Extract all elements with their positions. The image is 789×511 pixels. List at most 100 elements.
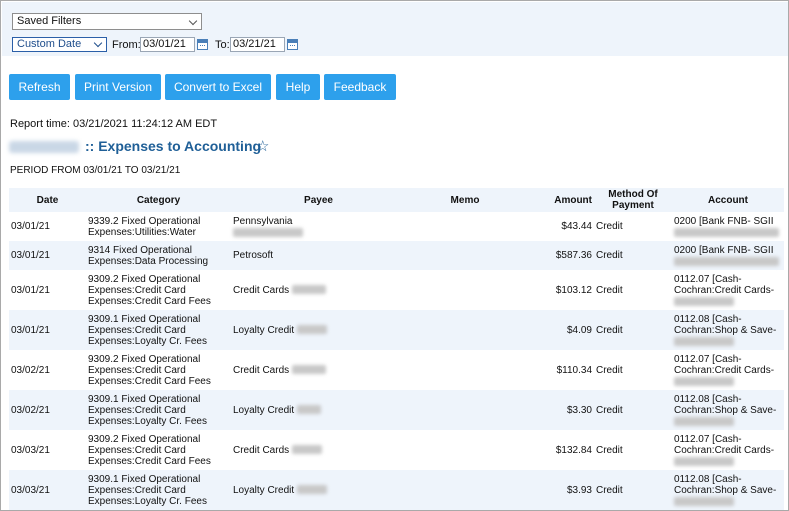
cell-method: Credit [594, 241, 672, 270]
redacted-company-name [9, 141, 79, 153]
report-window: Saved Filters Custom Date From: 03/01/21… [0, 0, 789, 511]
report-period: PERIOD FROM 03/01/21 TO 03/21/21 [10, 165, 181, 176]
header-category[interactable]: Category [86, 188, 231, 212]
cell-category: 9309.1 Fixed Operational Expenses:Credit … [86, 470, 231, 510]
cell-amount: $3.30 [524, 390, 594, 430]
expenses-table: Date Category Payee Memo Amount Method O… [9, 188, 784, 510]
redacted-text [674, 337, 734, 346]
cell-method: Credit [594, 470, 672, 510]
chevron-down-icon [93, 38, 103, 48]
redacted-text [674, 257, 779, 266]
redacted-text [674, 377, 734, 386]
saved-filters-value: Saved Filters [17, 15, 82, 27]
cell-method: Credit [594, 310, 672, 350]
cell-payee: Loyalty Credit [231, 310, 406, 350]
from-date-input[interactable]: 03/01/21 [140, 37, 195, 52]
page-title: :: Expenses to Accounting [85, 138, 262, 154]
header-payee[interactable]: Payee [231, 188, 406, 212]
table-row: 03/01/21 9314 Fixed Operational Expenses:… [9, 241, 784, 270]
cell-date: 03/02/21 [9, 390, 86, 430]
cell-amount: $103.12 [524, 270, 594, 310]
from-label: From: [112, 39, 141, 51]
table-row: 03/01/21 9309.2 Fixed Operational Expense… [9, 270, 784, 310]
cell-account: 0200 [Bank FNB- SGII [672, 212, 784, 241]
cell-method: Credit [594, 350, 672, 390]
redacted-text [674, 457, 734, 466]
cell-category: 9309.1 Fixed Operational Expenses:Credit … [86, 390, 231, 430]
cell-memo [406, 241, 524, 270]
cell-date: 03/01/21 [9, 241, 86, 270]
cell-amount: $587.36 [524, 241, 594, 270]
cell-account: 0112.07 [Cash- Cochran:Credit Cards- [672, 350, 784, 390]
chevron-down-icon [188, 16, 198, 26]
cell-account: 0112.07 [Cash- Cochran:Credit Cards- [672, 270, 784, 310]
cell-account: 0200 [Bank FNB- SGII [672, 241, 784, 270]
cell-amount: $43.44 [524, 212, 594, 241]
redacted-text [296, 485, 327, 495]
cell-amount: $110.34 [524, 350, 594, 390]
redacted-text [296, 405, 321, 415]
saved-filters-select[interactable]: Saved Filters [12, 13, 202, 30]
cell-memo [406, 310, 524, 350]
cell-amount: $132.84 [524, 430, 594, 470]
cell-payee: Petrosoft [231, 241, 406, 270]
redacted-text [291, 365, 326, 375]
redacted-text [296, 325, 327, 335]
cell-memo [406, 390, 524, 430]
cell-date: 03/02/21 [9, 350, 86, 390]
refresh-button[interactable]: Refresh [9, 74, 70, 100]
cell-memo [406, 270, 524, 310]
cell-payee: Credit Cards [231, 430, 406, 470]
cell-memo [406, 212, 524, 241]
cell-method: Credit [594, 270, 672, 310]
header-amount[interactable]: Amount [524, 188, 594, 212]
to-label: To: [215, 39, 230, 51]
cell-account: 0112.08 [Cash- Cochran:Shop & Save- [672, 310, 784, 350]
redacted-text [674, 297, 734, 306]
cell-category: 9309.1 Fixed Operational Expenses:Credit … [86, 310, 231, 350]
date-range-select[interactable]: Custom Date [12, 37, 107, 52]
help-button[interactable]: Help [276, 74, 320, 100]
star-outline-icon[interactable]: ☆ [256, 137, 269, 155]
cell-method: Credit [594, 390, 672, 430]
calendar-icon[interactable] [287, 39, 298, 50]
print-version-button[interactable]: Print Version [75, 74, 161, 100]
table-row: 03/03/21 9309.1 Fixed Operational Expense… [9, 470, 784, 510]
cell-method: Credit [594, 212, 672, 241]
redacted-text [233, 228, 303, 237]
redacted-text [674, 228, 779, 237]
cell-amount: $3.93 [524, 470, 594, 510]
table-row: 03/02/21 9309.2 Fixed Operational Expense… [9, 350, 784, 390]
to-date-input[interactable]: 03/21/21 [230, 37, 285, 52]
cell-payee: Loyalty Credit [231, 470, 406, 510]
cell-memo [406, 430, 524, 470]
cell-date: 03/01/21 [9, 270, 86, 310]
redacted-text [291, 285, 326, 295]
convert-to-excel-button[interactable]: Convert to Excel [165, 74, 271, 100]
cell-payee: Credit Cards [231, 350, 406, 390]
cell-payee: Credit Cards [231, 270, 406, 310]
redacted-text [674, 417, 734, 426]
cell-date: 03/03/21 [9, 430, 86, 470]
cell-account: 0112.08 [Cash- Cochran:Shop & Save- [672, 470, 784, 510]
cell-date: 03/01/21 [9, 212, 86, 241]
saved-filters-row: Saved Filters [2, 2, 788, 36]
cell-account: 0112.07 [Cash- Cochran:Credit Cards- [672, 430, 784, 470]
header-account[interactable]: Account [672, 188, 784, 212]
from-date-value: 03/01/21 [143, 38, 186, 50]
feedback-button[interactable]: Feedback [324, 74, 396, 100]
date-range-value: Custom Date [17, 38, 82, 50]
cell-amount: $4.09 [524, 310, 594, 350]
cell-method: Credit [594, 430, 672, 470]
header-memo[interactable]: Memo [406, 188, 524, 212]
cell-payee: Pennsylvania [231, 212, 406, 241]
redacted-text [291, 445, 322, 455]
cell-category: 9314 Fixed Operational Expenses:Data Proc… [86, 241, 231, 270]
table-row: 03/02/21 9309.1 Fixed Operational Expense… [9, 390, 784, 430]
cell-category: 9309.2 Fixed Operational Expenses:Credit … [86, 270, 231, 310]
header-method-of-payment[interactable]: Method Of Payment [594, 188, 672, 212]
calendar-icon[interactable] [197, 39, 208, 50]
table-row: 03/01/21 9309.1 Fixed Operational Expense… [9, 310, 784, 350]
header-date[interactable]: Date [9, 188, 86, 212]
redacted-text [674, 497, 734, 506]
